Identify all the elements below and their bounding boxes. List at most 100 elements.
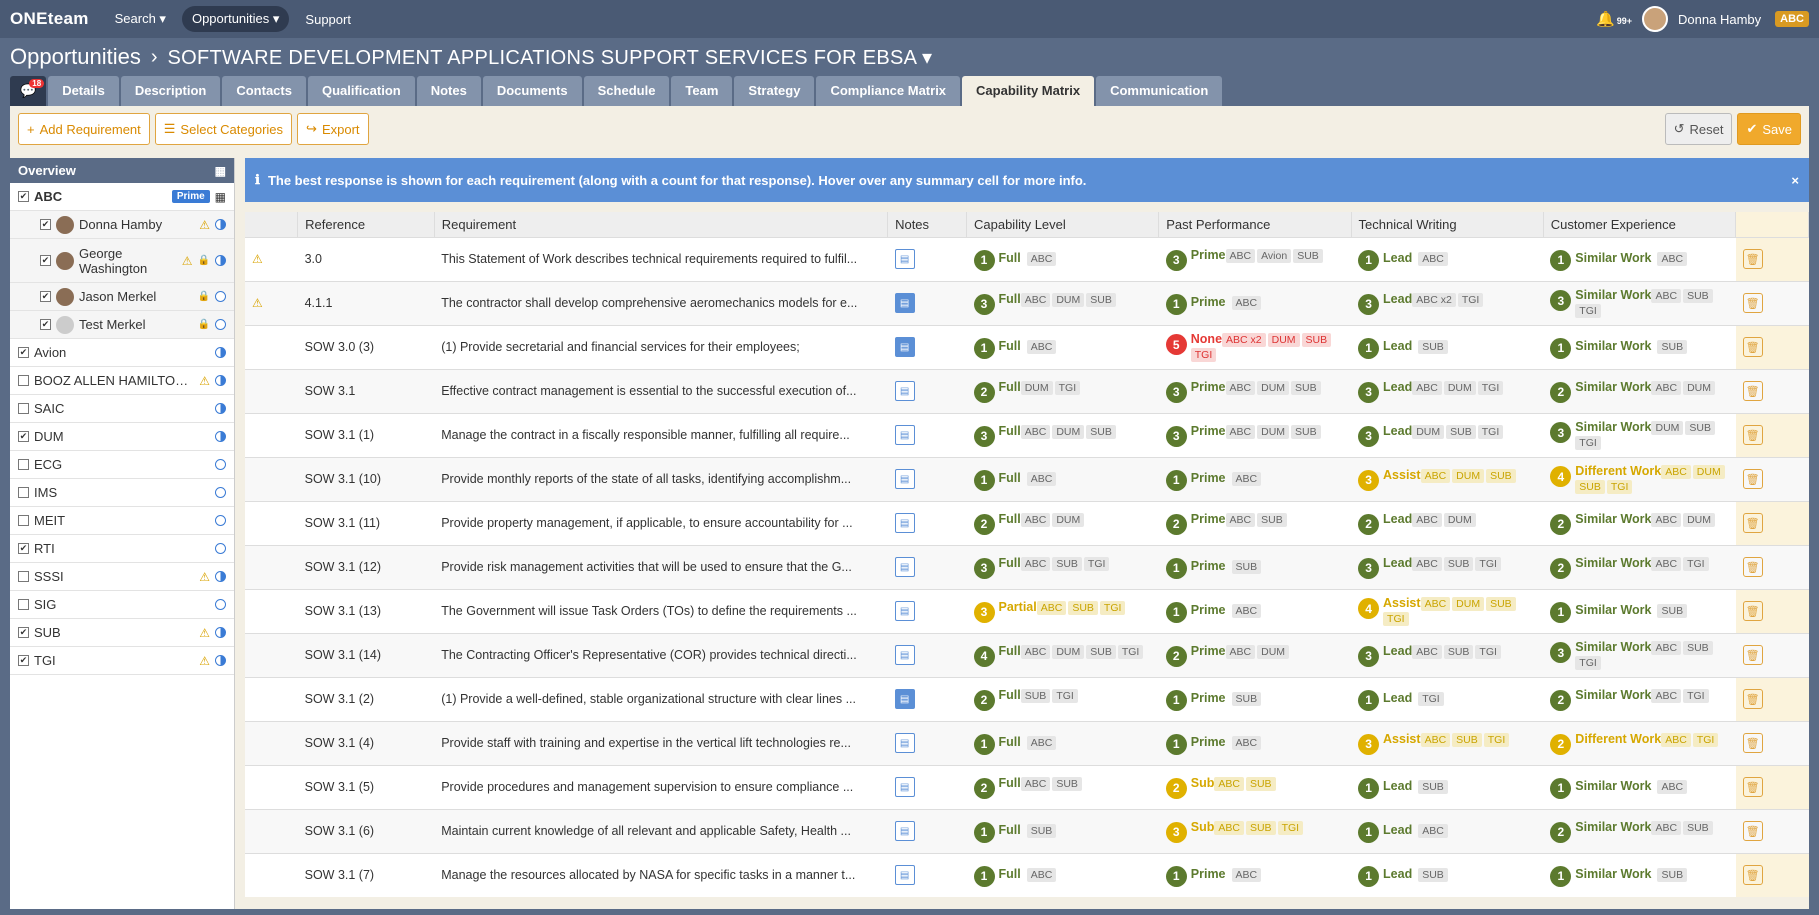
trash-icon[interactable]: 🗑 [1742,689,1763,709]
document-icon[interactable]: ▤ [894,425,915,445]
level-summary[interactable]: 3 Assist ABC DUM SUB [1358,468,1536,491]
table-row[interactable]: SOW 3.1 (1) Manage the contract in a fisc… [245,412,1809,457]
trash-icon[interactable]: 🗑 [1742,469,1763,489]
circle-icon[interactable] [215,459,226,470]
level-summary[interactable]: 2 Similar Work ABC DUM [1550,380,1728,403]
level-summary[interactable]: 2 Full SUB TGI [973,688,1152,711]
level-cell[interactable]: 4 Full ABC DUM SUB TGI [966,632,1159,677]
level-summary[interactable]: 1 Prime ABC [1165,468,1344,491]
table-row[interactable]: SOW 3.1 (13) The Government will issue Ta… [245,588,1809,633]
sidebar-item[interactable]: SAIC [10,395,234,423]
level-summary[interactable]: 2 Similar Work ABC TGI [1550,556,1728,579]
level-cell[interactable]: 1 Lead SUB [1351,324,1544,369]
requirement-cell[interactable]: (1) Provide a well-defined, stable organ… [434,676,888,721]
requirement-cell[interactable]: Provide property management, if applicab… [434,500,888,545]
level-cell[interactable]: 3 Similar Work ABC SUB TGI [1543,632,1736,677]
level-summary[interactable]: 1 Full ABC [973,732,1152,755]
level-summary[interactable]: 2 Full ABC DUM [973,512,1152,535]
level-cell[interactable]: 1 Lead ABC [1351,236,1544,281]
table-row[interactable]: SOW 3.1 (12) Provide risk management acti… [245,544,1809,589]
level-cell[interactable]: 1 Similar Work SUB [1543,324,1736,369]
app-logo[interactable]: ONEteam [10,9,89,29]
level-summary[interactable]: 1 Prime ABC [1165,732,1344,755]
level-summary[interactable]: 1 Full ABC [973,864,1152,887]
trash-icon[interactable]: 🗑 [1742,601,1763,621]
bell-icon[interactable]: 🔔 99+ [1596,10,1632,28]
checkbox[interactable]: ✔ [18,655,29,666]
level-cell[interactable]: 2 Similar Work ABC SUB [1543,808,1736,853]
checkbox[interactable]: ✔ [18,191,29,202]
level-cell[interactable]: 5 None ABC x2 DUM SUB TGI [1158,324,1352,369]
level-cell[interactable]: 3 Similar Work ABC SUB TGI [1543,280,1736,325]
level-cell[interactable]: 2 Lead ABC DUM [1351,500,1544,545]
table-row[interactable]: ⚠ 3.0 This Statement of Work describes tec… [245,236,1809,281]
level-summary[interactable]: 1 Prime ABC [1165,600,1344,623]
level-cell[interactable]: 1 Prime ABC [1158,720,1352,765]
checkbox[interactable] [18,459,29,470]
level-summary[interactable]: 1 Lead SUB [1358,864,1536,887]
level-summary[interactable]: 3 Lead ABC x2 TGI [1358,292,1536,315]
checkbox[interactable] [18,487,29,498]
circle-icon[interactable] [215,599,226,610]
level-summary[interactable]: 3 Assist ABC SUB TGI [1358,732,1536,755]
level-summary[interactable]: 2 Full ABC SUB [973,776,1152,799]
column-header[interactable]: Reference [297,212,435,237]
column-header[interactable]: Technical Writing [1351,212,1544,237]
requirement-cell[interactable]: Provide procedures and management superv… [434,764,888,809]
document-icon[interactable]: ▤ [894,777,915,797]
checkbox[interactable] [18,375,29,386]
trash-icon[interactable]: 🗑 [1742,557,1763,577]
user-name[interactable]: Donna Hamby [1678,12,1761,27]
level-summary[interactable]: 2 Prime ABC DUM [1165,644,1344,667]
table-row[interactable]: SOW 3.1 (7) Manage the resources allocate… [245,852,1809,897]
trash-icon[interactable]: 🗑 [1742,337,1763,357]
sidebar-item[interactable]: SSSI ⚠ [10,563,234,591]
checkbox[interactable]: ✔ [40,291,51,302]
level-summary[interactable]: 1 Prime SUB [1165,556,1344,579]
chat-tab[interactable]: 💬 18 [10,76,47,106]
level-cell[interactable]: 3 Lead ABC DUM TGI [1351,368,1544,413]
half-circle-icon[interactable] [215,219,226,230]
requirement-cell[interactable]: Manage the contract in a fiscally respon… [434,412,888,457]
document-icon[interactable]: ▤ [894,733,915,753]
table-row[interactable]: SOW 3.1 (14) The Contracting Officer's Re… [245,632,1809,677]
level-cell[interactable]: 3 Prime ABC Avion SUB [1158,236,1352,281]
grid-icon[interactable]: ▦ [215,190,226,204]
trash-icon[interactable]: 🗑 [1742,733,1763,753]
level-cell[interactable]: 3 Lead ABC SUB TGI [1351,632,1544,677]
table-row[interactable]: SOW 3.1 (10) Provide monthly reports of t… [245,456,1809,501]
level-summary[interactable]: 3 Lead ABC SUB TGI [1358,644,1536,667]
trash-icon[interactable]: 🗑 [1742,865,1763,886]
level-summary[interactable]: 1 Lead ABC [1358,820,1536,843]
level-cell[interactable]: 3 Full ABC DUM SUB [966,412,1159,457]
checkbox[interactable]: ✔ [18,543,29,554]
level-cell[interactable]: 3 Prime ABC DUM SUB [1158,412,1352,457]
level-summary[interactable]: 4 Different Work ABC DUM SUB TGI [1550,464,1728,494]
trash-icon[interactable]: 🗑 [1742,513,1763,533]
sidebar-item[interactable]: ✔ DUM [10,423,234,451]
table-row[interactable]: ⚠ 4.1.1 The contractor shall develop compr… [245,280,1809,325]
requirement-cell[interactable]: The Government will issue Task Orders (T… [434,588,888,633]
level-cell[interactable]: 1 Full ABC [966,720,1159,765]
level-summary[interactable]: 1 Lead SUB [1358,776,1536,799]
tab-communication[interactable]: Communication [1096,76,1223,106]
level-cell[interactable]: 1 Lead ABC [1351,808,1544,853]
column-header[interactable]: Capability Level [966,212,1160,237]
project-title[interactable]: SOFTWARE DEVELOPMENT APPLICATIONS SUPPOR… [168,45,933,70]
sidebar-item[interactable]: ✔ SUB ⚠ [10,619,234,647]
half-circle-icon[interactable] [215,403,226,414]
level-cell[interactable]: 1 Full ABC [966,852,1159,897]
level-cell[interactable]: 2 Sub ABC SUB [1158,764,1352,809]
level-cell[interactable]: 1 Similar Work ABC [1543,764,1736,809]
sidebar-item[interactable]: ✔ RTI [10,535,234,563]
document-icon[interactable]: ▤ [894,557,915,577]
level-summary[interactable]: 1 Similar Work SUB [1550,600,1728,623]
level-cell[interactable]: 2 Similar Work ABC DUM [1543,368,1736,413]
level-cell[interactable]: 1 Prime SUB [1158,544,1352,589]
half-circle-icon[interactable] [215,655,226,666]
sidebar-item[interactable]: BOOZ ALLEN HAMILTON ... ⚠ [10,367,234,395]
level-cell[interactable]: 1 Lead SUB [1351,852,1544,897]
level-cell[interactable]: 3 Lead DUM SUB TGI [1351,412,1544,457]
document-icon[interactable]: ▤ [894,293,915,313]
checkbox[interactable]: ✔ [18,347,29,358]
